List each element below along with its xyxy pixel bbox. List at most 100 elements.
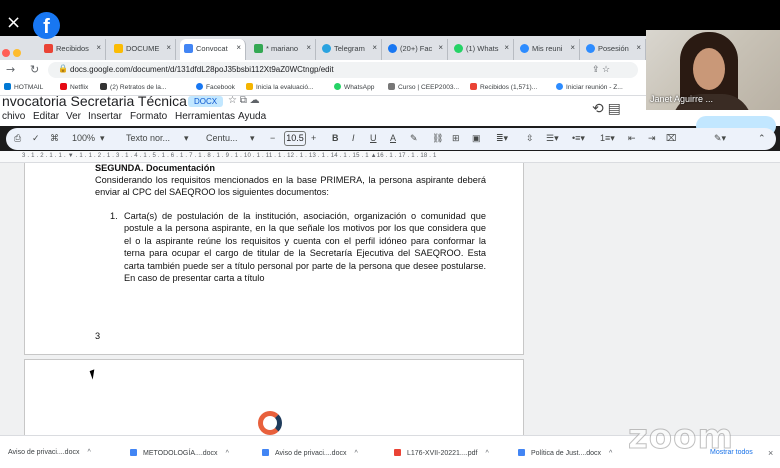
participant-video[interactable]: Janet Aguirre ... xyxy=(646,30,780,110)
browser-tab-label: (1) Whats xyxy=(466,44,499,53)
download-item[interactable]: Aviso de privaci....docx ^ xyxy=(262,449,358,457)
align-icon[interactable]: ≣▾ xyxy=(496,133,508,144)
browser-tab[interactable]: (20+) Fac × xyxy=(384,39,448,60)
close-icon[interactable]: × xyxy=(504,43,509,52)
chevron-up-icon[interactable]: ^ xyxy=(609,450,612,457)
chevron-up-icon[interactable]: ^ xyxy=(485,450,488,457)
bold-button[interactable]: B xyxy=(332,133,339,143)
browser-tab[interactable]: DOCUME × xyxy=(110,39,176,60)
download-item[interactable]: METODOLOGÍA....docx ^ xyxy=(130,449,229,457)
close-icon[interactable]: × xyxy=(636,43,641,52)
download-item[interactable]: Política de Just....docx ^ xyxy=(518,449,612,457)
browser-tab[interactable]: (1) Whats × xyxy=(450,39,514,60)
print-icon[interactable]: ⎙ xyxy=(14,133,21,144)
font-size-input[interactable]: 10.5 xyxy=(284,131,306,146)
browser-tab[interactable]: Telegram × xyxy=(318,39,382,60)
checklist-icon[interactable]: ☰▾ xyxy=(546,133,559,144)
menu-insert[interactable]: Insertar xyxy=(88,111,122,122)
close-icon[interactable]: × xyxy=(166,43,171,52)
paint-format-icon[interactable]: ⌘ xyxy=(50,133,59,144)
clear-formatting-icon[interactable]: ⌧ xyxy=(666,133,676,144)
browser-tab[interactable]: Mis reuni × xyxy=(516,39,580,60)
link-icon[interactable]: ⛓ xyxy=(432,133,443,144)
menu-file[interactable]: chivo xyxy=(2,111,25,122)
browser-tab-active[interactable]: Convocat × xyxy=(180,39,246,60)
menu-edit[interactable]: Editar xyxy=(33,111,59,122)
menu-help[interactable]: Ayuda xyxy=(238,111,266,122)
history-icon[interactable]: ⟲ ▤ xyxy=(592,100,621,117)
close-icon[interactable]: × xyxy=(6,14,21,32)
reload-icon[interactable]: ↻ xyxy=(30,63,39,76)
chevron-up-icon[interactable]: ^ xyxy=(354,450,357,457)
lock-icon[interactable]: 🔒 xyxy=(58,64,68,73)
font-select[interactable]: Centu... xyxy=(206,133,238,143)
forward-arrow-icon[interactable]: → xyxy=(6,63,15,76)
browser-tab-label: * mariano xyxy=(266,44,299,53)
close-icon[interactable]: × xyxy=(372,43,377,52)
ruler-ticks: 3 . 1 . 2 . 1 . 1 . ▼ . 1 . 1 . 2 . 1 . … xyxy=(22,153,437,159)
bookmark-item[interactable]: Curso | CEEP2003... xyxy=(388,83,459,91)
chevron-down-icon[interactable]: ▾ xyxy=(184,133,189,144)
image-icon[interactable]: ▣ xyxy=(472,133,481,144)
browser-tab[interactable]: Posesión × xyxy=(582,39,646,60)
increase-size-icon[interactable]: + xyxy=(311,133,316,143)
chevron-down-icon[interactable]: ▾ xyxy=(100,133,105,144)
bookmark-item[interactable]: (2) Retratos de la... xyxy=(100,83,166,91)
text-color-button[interactable]: A xyxy=(390,133,396,143)
docs-toolbar: ⎙ ✓ ⌘ 100% ▾ Texto nor... ▾ Centu... ▾ −… xyxy=(6,128,776,150)
underline-button[interactable]: U xyxy=(370,133,377,143)
bookmark-item[interactable]: Recibidos (1,571)... xyxy=(470,83,537,91)
browser-tab-label: (20+) Fac xyxy=(400,44,433,53)
document-canvas[interactable]: SEGUNDA. Documentación Considerando los … xyxy=(0,163,780,435)
section-heading: SEGUNDA. Documentación xyxy=(95,163,215,173)
download-item[interactable]: Aviso de privaci....docx ^ xyxy=(8,449,91,456)
bookmark-item[interactable]: WhatsApp xyxy=(334,83,374,91)
share-icon[interactable]: ⇪ ☆ xyxy=(592,64,610,75)
bookmark-item[interactable]: Iniciar reunión - Z... xyxy=(556,83,623,91)
browser-tab-label: DOCUME xyxy=(126,44,160,53)
bookmark-item[interactable]: Netflix xyxy=(60,83,88,91)
menu-view[interactable]: Ver xyxy=(66,111,81,122)
facebook-icon: f xyxy=(33,12,60,39)
browser-tab-label: Mis reuni xyxy=(532,44,563,53)
close-icon[interactable]: × xyxy=(306,43,311,52)
close-icon[interactable]: × xyxy=(768,448,773,458)
editing-mode-icon[interactable]: ✎▾ xyxy=(714,133,726,144)
close-icon[interactable]: × xyxy=(96,43,101,52)
chevron-up-icon[interactable]: ^ xyxy=(87,449,90,456)
bookmark-icon xyxy=(246,83,253,90)
zoom-select[interactable]: 100% xyxy=(72,133,95,143)
download-item[interactable]: L176-XVII-20221....pdf ^ xyxy=(394,449,489,457)
browser-tab[interactable]: * mariano × xyxy=(250,39,316,60)
bookmark-item[interactable]: Facebook xyxy=(196,83,235,91)
decrease-size-icon[interactable]: − xyxy=(270,133,275,143)
comment-icon[interactable]: ⊞ xyxy=(452,133,460,144)
spellcheck-icon[interactable]: ✓ xyxy=(32,133,40,144)
browser-tab-label: Posesión xyxy=(598,44,629,53)
close-icon[interactable]: × xyxy=(236,43,241,52)
star-icon[interactable]: ☆ ⧉ ☁ xyxy=(228,96,260,106)
increase-indent-icon[interactable]: ⇥ xyxy=(648,133,656,144)
highlight-icon[interactable]: ✎ xyxy=(410,133,418,144)
close-icon[interactable]: × xyxy=(438,43,443,52)
sheets-icon xyxy=(254,44,263,53)
italic-button[interactable]: I xyxy=(352,133,355,143)
chevron-up-icon[interactable]: ⌃ xyxy=(758,133,766,144)
line-spacing-icon[interactable]: ⇳ xyxy=(526,133,534,144)
decrease-indent-icon[interactable]: ⇤ xyxy=(628,133,636,144)
whatsapp-icon xyxy=(334,83,341,90)
document-page[interactable]: SEGUNDA. Documentación Considerando los … xyxy=(24,163,524,355)
menu-format[interactable]: Formato xyxy=(130,111,167,122)
bookmark-item[interactable]: HOTMAIL xyxy=(4,83,43,91)
bookmark-item[interactable]: Inicia la evaluació... xyxy=(246,83,314,91)
url-text[interactable]: docs.google.com/document/d/131dfdL28poJ3… xyxy=(70,65,334,74)
menu-tools[interactable]: Herramientas xyxy=(175,111,235,122)
paragraph-style-select[interactable]: Texto nor... xyxy=(126,133,170,143)
chevron-down-icon[interactable]: ▾ xyxy=(250,133,255,144)
ruler[interactable]: 3 . 1 . 2 . 1 . 1 . ▼ . 1 . 1 . 2 . 1 . … xyxy=(0,151,780,163)
browser-tab[interactable]: Recibidos × xyxy=(40,39,106,60)
bulleted-list-icon[interactable]: •≡▾ xyxy=(572,133,585,144)
chevron-up-icon[interactable]: ^ xyxy=(226,450,229,457)
close-icon[interactable]: × xyxy=(570,43,575,52)
numbered-list-icon[interactable]: 1≡▾ xyxy=(600,133,615,144)
